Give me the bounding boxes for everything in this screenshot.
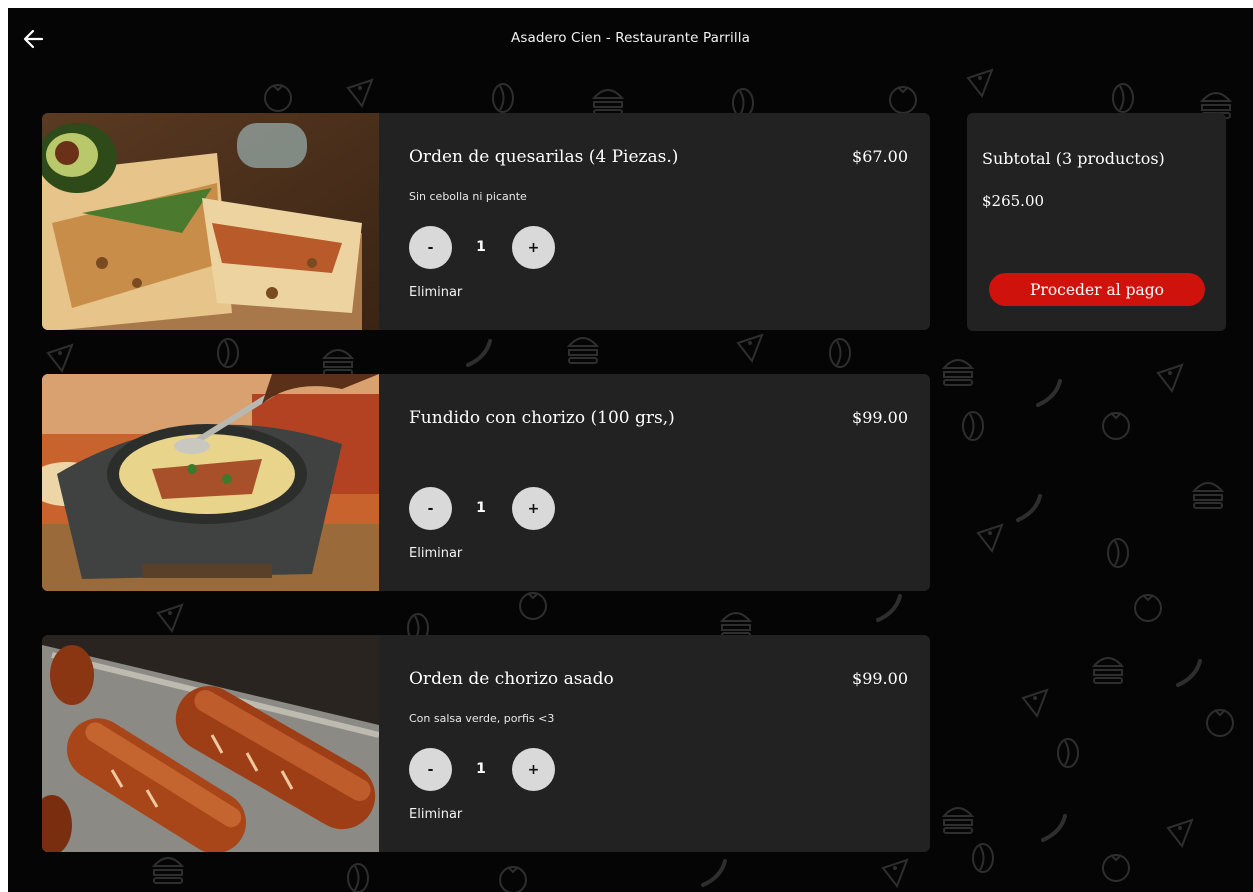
burger-doodle	[568, 337, 598, 364]
app-frame: Asadero Cien - Restaurante Parrilla Orde…	[8, 8, 1253, 892]
coffee-doodle	[962, 411, 984, 441]
pizza-doodle	[1167, 819, 1193, 847]
tomato-doodle	[889, 86, 917, 114]
page-title: Asadero Cien - Restaurante Parrilla	[511, 30, 750, 46]
item-price: $67.00	[852, 147, 908, 166]
item-photo	[42, 113, 379, 330]
coffee-doodle	[829, 338, 851, 368]
coffee-doodle	[492, 83, 514, 113]
increase-quantity-button[interactable]: +	[512, 748, 555, 791]
item-note: Con salsa verde, porfis <3	[409, 712, 555, 725]
subtotal-amount: $265.00	[982, 192, 1045, 210]
pizza-doodle	[737, 334, 763, 362]
subtotal-label: Subtotal (3 productos)	[982, 149, 1165, 168]
quantity-value: 1	[476, 239, 486, 255]
tomato-doodle	[499, 866, 527, 892]
remove-item-link[interactable]: Eliminar	[409, 807, 462, 822]
pizza-doodle	[1157, 364, 1183, 392]
burger-doodle	[153, 857, 183, 884]
pizza-doodle	[347, 79, 373, 107]
checkout-button[interactable]: Proceder al pago	[989, 273, 1205, 306]
pepper-doodle	[466, 339, 492, 367]
item-name: Orden de quesarilas (4 Piezas.)	[409, 147, 679, 167]
tomato-doodle	[519, 592, 547, 620]
decrease-quantity-button[interactable]: -	[409, 487, 452, 530]
burger-doodle	[943, 359, 973, 386]
item-price: $99.00	[852, 669, 908, 688]
pizza-doodle	[967, 69, 993, 97]
pepper-doodle	[1176, 659, 1202, 687]
cart-item-quesadillas: Orden de quesarilas (4 Piezas.) $67.00 S…	[42, 113, 930, 330]
pepper-doodle	[1036, 379, 1062, 407]
coffee-doodle	[972, 843, 994, 873]
decrease-quantity-button[interactable]: -	[409, 748, 452, 791]
item-price: $99.00	[852, 408, 908, 427]
coffee-doodle	[1057, 738, 1079, 768]
pizza-doodle	[977, 524, 1003, 552]
pepper-doodle	[876, 594, 902, 622]
burger-doodle	[1093, 657, 1123, 684]
tomato-doodle	[1134, 594, 1162, 622]
item-name: Orden de chorizo asado	[409, 669, 614, 689]
item-photo	[42, 374, 379, 591]
tomato-doodle	[1206, 709, 1234, 737]
pizza-doodle	[47, 344, 73, 372]
tomato-doodle	[1102, 412, 1130, 440]
pepper-doodle	[701, 859, 727, 887]
increase-quantity-button[interactable]: +	[512, 487, 555, 530]
item-photo	[42, 635, 379, 852]
tomato-doodle	[1102, 854, 1130, 882]
coffee-doodle	[217, 338, 239, 368]
coffee-doodle	[347, 863, 369, 892]
pepper-doodle	[1041, 814, 1067, 842]
tomato-doodle	[264, 84, 292, 112]
remove-item-link[interactable]: Eliminar	[409, 546, 462, 561]
coffee-doodle	[1107, 538, 1129, 568]
coffee-doodle	[1112, 83, 1134, 113]
pizza-doodle	[882, 859, 908, 887]
pizza-doodle	[1022, 689, 1048, 717]
cart-item-fundido: Fundido con chorizo (100 grs,) $99.00 - …	[42, 374, 930, 591]
burger-doodle	[593, 89, 623, 116]
item-name: Fundido con chorizo (100 grs,)	[409, 408, 675, 428]
quantity-value: 1	[476, 500, 486, 516]
increase-quantity-button[interactable]: +	[512, 226, 555, 269]
item-note: Sin cebolla ni picante	[409, 190, 527, 203]
decrease-quantity-button[interactable]: -	[409, 226, 452, 269]
burger-doodle	[1193, 482, 1223, 509]
burger-doodle	[323, 349, 353, 376]
cart-item-chorizo: Orden de chorizo asado $99.00 Con salsa …	[42, 635, 930, 852]
order-summary: Subtotal (3 productos) $265.00 Proceder …	[967, 113, 1226, 331]
pizza-doodle	[157, 604, 183, 632]
quantity-value: 1	[476, 761, 486, 777]
pepper-doodle	[1016, 494, 1042, 522]
remove-item-link[interactable]: Eliminar	[409, 285, 462, 300]
burger-doodle	[943, 807, 973, 834]
